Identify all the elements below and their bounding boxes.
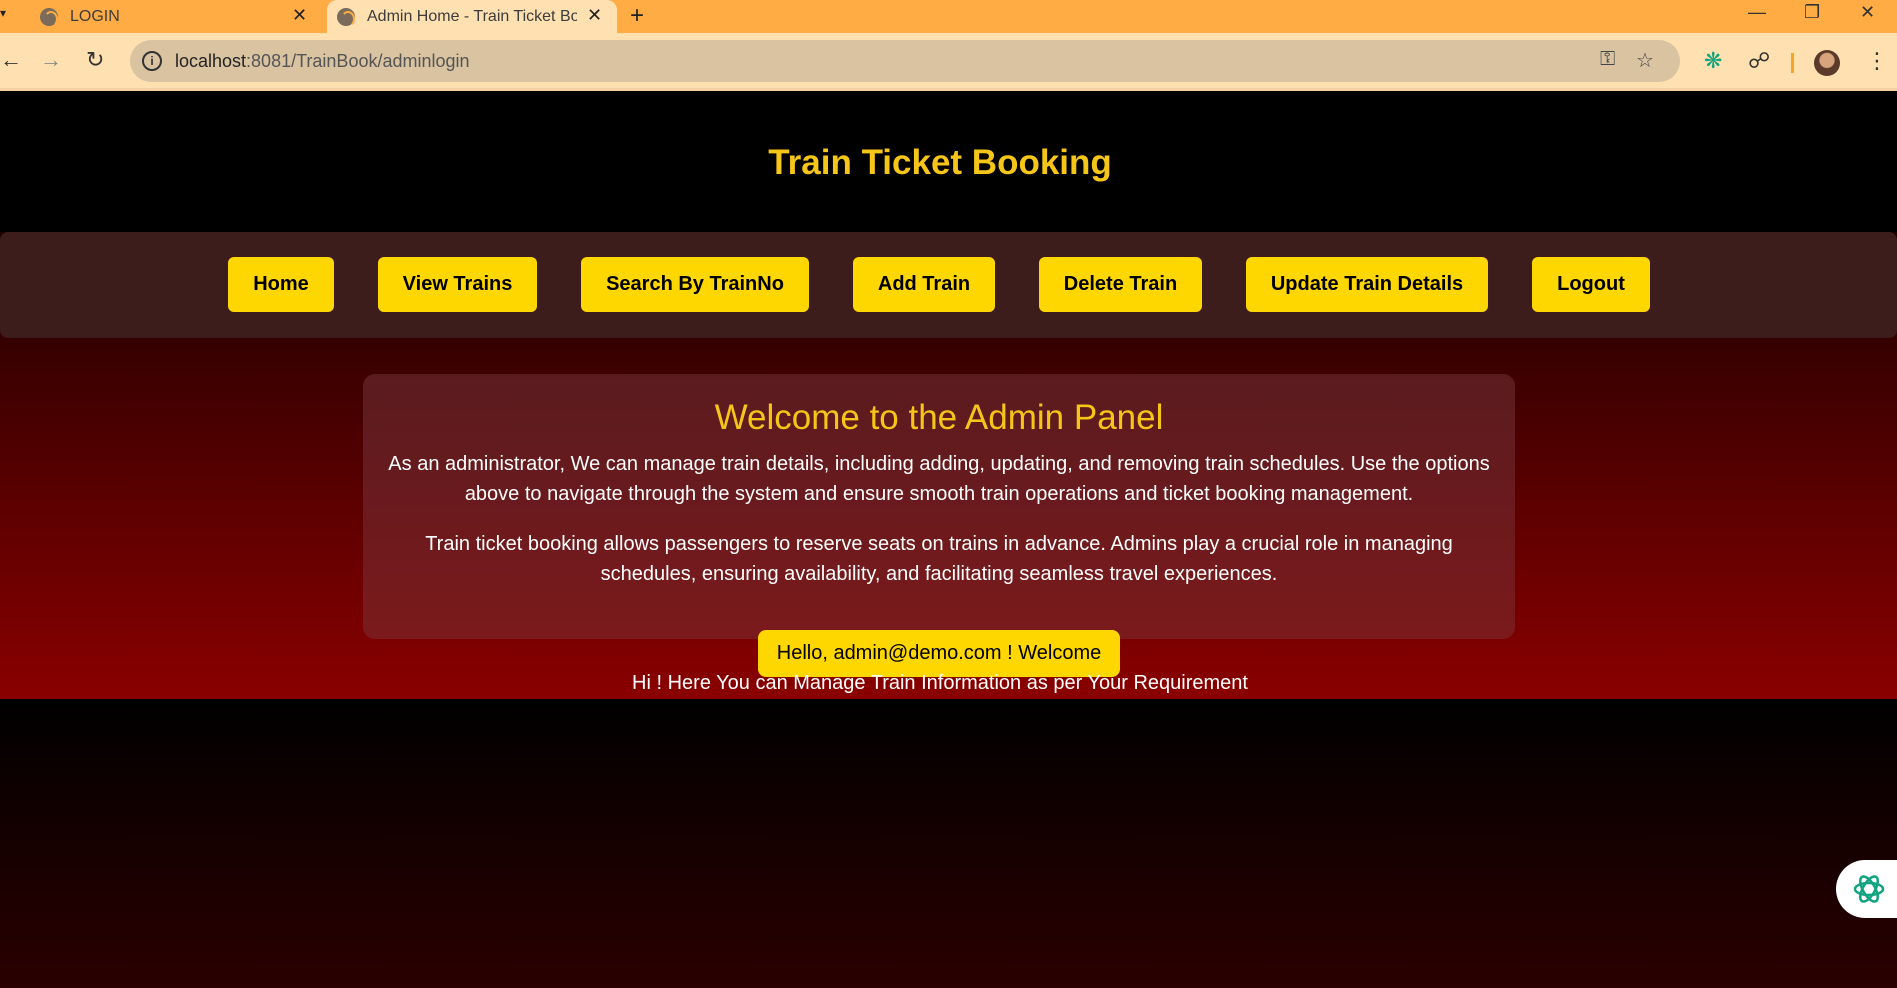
site-title: Train Ticket Booking [768, 143, 1112, 182]
browser-toolbar: ← → ↻ i localhost:8081/TrainBook/adminlo… [0, 33, 1897, 91]
panel-heading: Welcome to the Admin Panel [714, 398, 1164, 437]
globe-icon [337, 7, 355, 27]
forward-arrow-icon[interactable]: → [40, 47, 62, 73]
nav-view-trains-button[interactable]: View Trains [378, 257, 537, 312]
panel-paragraph-booking: Train ticket booking allows passengers t… [425, 533, 1453, 585]
openai-logo-icon [1853, 875, 1884, 903]
back-arrow-icon[interactable]: ← [0, 47, 22, 73]
site-header: Train Ticket Booking [0, 94, 1897, 232]
reload-icon[interactable]: ↻ [86, 47, 104, 73]
plus-icon[interactable]: + [630, 2, 644, 30]
admin-welcome-panel: Welcome to the Admin Panel As an adminis… [363, 374, 1515, 639]
globe-icon [40, 7, 58, 27]
avatar[interactable] [1814, 50, 1840, 76]
tab-title: Admin Home - Train Ticket Boo [367, 7, 577, 25]
chatgpt-floating-button[interactable] [1836, 860, 1897, 918]
key-icon[interactable]: ⚿ [1600, 48, 1615, 71]
tab-admin-home[interactable]: Admin Home - Train Ticket Boo ✕ [327, 0, 617, 33]
minimize-icon[interactable]: — [1748, 2, 1766, 23]
panel-paragraph-admin: As an administrator, We can manage train… [388, 453, 1490, 505]
nav-add-train-button[interactable]: Add Train [853, 257, 995, 312]
nav-update-train-details-button[interactable]: Update Train Details [1246, 257, 1488, 312]
nav-search-by-trainno-button[interactable]: Search By TrainNo [581, 257, 809, 312]
puzzle-extensions-icon[interactable]: ☍ [1748, 48, 1770, 74]
address-bar[interactable]: i localhost:8081/TrainBook/adminlogin ⚿ … [130, 40, 1680, 82]
nav-logout-button[interactable]: Logout [1532, 257, 1650, 312]
kebab-menu-icon[interactable]: ⋮ [1866, 48, 1888, 74]
nav-delete-train-button[interactable]: Delete Train [1039, 257, 1202, 312]
tab-title: LOGIN [70, 7, 120, 25]
restore-icon[interactable]: ❐ [1804, 2, 1820, 23]
nav-home-button[interactable]: Home [228, 257, 334, 312]
star-icon[interactable]: ☆ [1636, 48, 1654, 73]
greeting-message: Hi ! Here You can Manage Train Informati… [632, 672, 1248, 694]
close-icon[interactable]: ✕ [292, 5, 307, 26]
page: Train Ticket Booking Home View Trains Se… [0, 94, 1897, 988]
close-icon[interactable]: ✕ [587, 5, 602, 26]
window-close-icon[interactable]: ✕ [1860, 2, 1875, 23]
chatgpt-extension-icon[interactable]: ❋ [1704, 48, 1722, 74]
toolbar-divider [1791, 53, 1794, 73]
main-navbar: Home View Trains Search By TrainNo Add T… [0, 232, 1897, 338]
page-footer-background [0, 699, 1897, 988]
url-text[interactable]: localhost:8081/TrainBook/adminlogin [175, 51, 470, 72]
site-info-icon[interactable]: i [142, 51, 162, 71]
browser-tabstrip: ▾ LOGIN ✕ Admin Home - Train Ticket Boo … [0, 0, 1897, 33]
greeting-badge: Hello, admin@demo.com ! Welcome [758, 630, 1120, 677]
tab-login[interactable]: LOGIN ✕ [0, 0, 325, 33]
